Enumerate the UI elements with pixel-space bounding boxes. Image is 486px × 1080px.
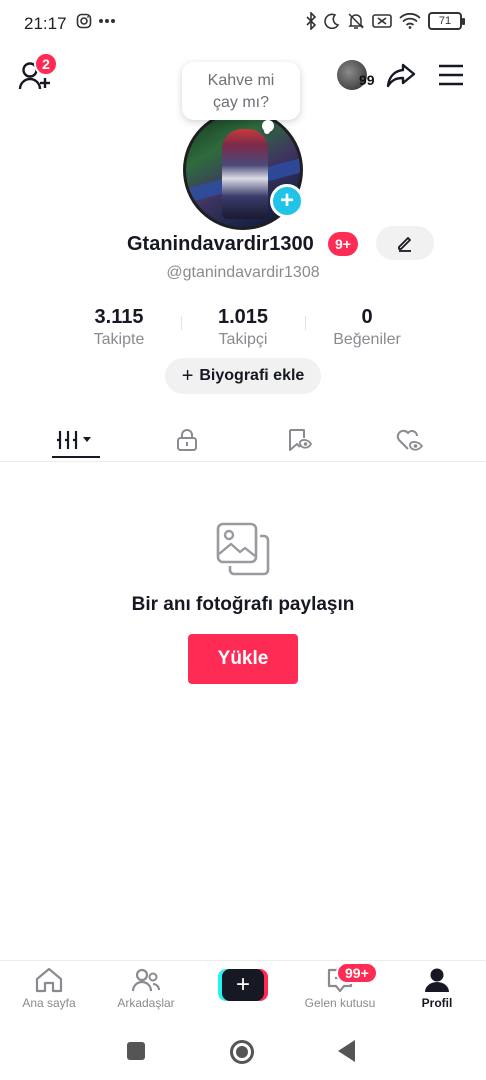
- stat-likes[interactable]: 0 Beğeniler: [307, 306, 427, 349]
- name-row: Gtanindavardir1300 9+: [0, 226, 486, 260]
- instagram-icon: [76, 13, 92, 29]
- nav-profile-label: Profil: [421, 996, 453, 1010]
- home-button[interactable]: [230, 1040, 254, 1064]
- stat-followers-label: Takipçi: [218, 331, 268, 348]
- bubble-tail-small: [264, 128, 270, 134]
- stat-following-label: Takipte: [93, 331, 145, 348]
- create-icon: +: [222, 969, 264, 1001]
- stat-followers-value: 1.015: [217, 306, 269, 328]
- inbox-badge: 99+: [336, 962, 378, 984]
- add-story-button[interactable]: +: [270, 184, 304, 218]
- system-nav-bar: [0, 1022, 486, 1080]
- stat-divider: [181, 316, 182, 330]
- stat-following-value: 3.115: [94, 306, 144, 328]
- no-sim-icon: [372, 14, 392, 28]
- stat-followers[interactable]: 1.015 Takipçi: [183, 306, 303, 349]
- tab-liked[interactable]: [350, 418, 470, 462]
- menu-icon[interactable]: [438, 64, 464, 86]
- wifi-icon: [399, 13, 421, 29]
- name-badge[interactable]: 9+: [328, 232, 358, 256]
- add-friend-badge: 2: [34, 52, 58, 76]
- add-bio-label: Biyografi ekle: [199, 367, 305, 384]
- moon-icon: [324, 13, 340, 29]
- create-button[interactable]: +: [218, 969, 268, 1001]
- grid-icon: [57, 431, 91, 449]
- liked-icon: [396, 429, 424, 451]
- tab-private[interactable]: [127, 418, 247, 462]
- recents-button[interactable]: [127, 1042, 145, 1060]
- status-left-icons: [76, 13, 116, 29]
- nav-inbox-label: Gelen kutusu: [304, 996, 376, 1010]
- status-bar: 21:17 71: [0, 0, 486, 48]
- stat-divider: [305, 316, 306, 330]
- home-icon: [35, 967, 63, 993]
- note-bubble[interactable]: Kahve mi çay mı?: [182, 62, 300, 120]
- user-handle: @gtanindavardir1308: [166, 264, 320, 281]
- stat-likes-value: 0: [361, 306, 373, 328]
- edit-profile-button[interactable]: [376, 226, 434, 260]
- photo-icon: [216, 522, 270, 576]
- display-name: Gtanindavardir1300: [127, 233, 314, 255]
- nav-friends[interactable]: Arkadaşlar: [98, 967, 194, 1023]
- story-count: 99: [359, 72, 375, 88]
- upload-button[interactable]: Yükle: [188, 634, 298, 684]
- stat-likes-label: Beğeniler: [333, 331, 401, 348]
- add-bio-button[interactable]: + Biyografi ekle: [165, 358, 321, 394]
- empty-state-title: Bir anı fotoğrafı paylaşın: [131, 594, 355, 615]
- lock-icon: [177, 429, 197, 451]
- saved-icon: [289, 429, 313, 451]
- status-right-icons: 71: [305, 12, 465, 30]
- nav-profile[interactable]: Profil: [389, 967, 485, 1023]
- profile-icon: [425, 968, 449, 992]
- back-button[interactable]: [338, 1040, 355, 1062]
- more-dots-icon: [99, 19, 115, 23]
- avatar-figure: [222, 129, 268, 219]
- nav-home-label: Ana sayfa: [22, 996, 76, 1010]
- battery-level: 71: [438, 15, 452, 27]
- pencil-icon: [398, 237, 411, 252]
- bottom-nav: Ana sayfa Arkadaşlar + Gelen kutusu Prof…: [0, 960, 486, 1022]
- battery-indicator: 71: [428, 12, 465, 30]
- share-icon[interactable]: [386, 60, 416, 90]
- tab-indicator: [52, 456, 100, 458]
- friends-icon: [131, 968, 160, 992]
- mute-icon: [348, 13, 364, 29]
- tab-saved[interactable]: [240, 418, 360, 462]
- nav-home[interactable]: Ana sayfa: [1, 967, 97, 1023]
- bluetooth-icon: [306, 12, 317, 30]
- nav-friends-label: Arkadaşlar: [117, 996, 175, 1010]
- plus-icon: +: [181, 365, 194, 387]
- stat-following[interactable]: 3.115 Takipte: [59, 306, 179, 349]
- status-time: 21:17: [24, 14, 67, 33]
